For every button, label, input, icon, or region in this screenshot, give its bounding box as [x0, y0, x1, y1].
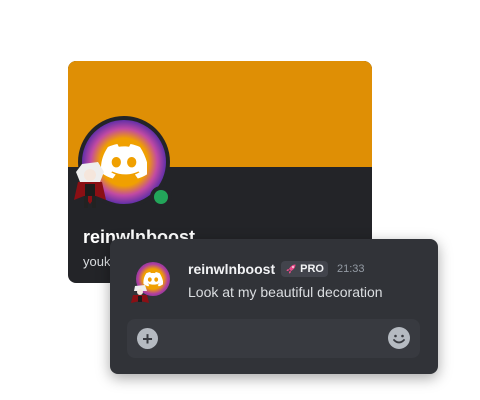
profile-avatar[interactable]: [74, 116, 172, 208]
message-panel: reinwlnboost PRO 21:33 Look at my beauti…: [110, 239, 438, 374]
message-text: Look at my beautiful decoration: [188, 284, 383, 300]
online-status-dot: [150, 186, 172, 208]
message-timestamp: 21:33: [336, 263, 365, 275]
smiley-face-icon: [393, 334, 405, 344]
message-input[interactable]: +: [127, 319, 420, 358]
plus-circle-icon[interactable]: +: [137, 328, 158, 349]
profile-subtext: youk: [83, 254, 111, 269]
pro-badge[interactable]: PRO: [281, 261, 328, 277]
smiley-icon[interactable]: [388, 327, 410, 349]
message-header: reinwlnboost PRO 21:33: [188, 261, 365, 277]
message-author[interactable]: reinwlnboost: [188, 261, 275, 277]
decoration-character-icon: [131, 285, 149, 303]
rocket-icon: [286, 264, 296, 274]
decoration-character-icon: [74, 162, 106, 208]
pro-badge-label: PRO: [300, 263, 324, 275]
